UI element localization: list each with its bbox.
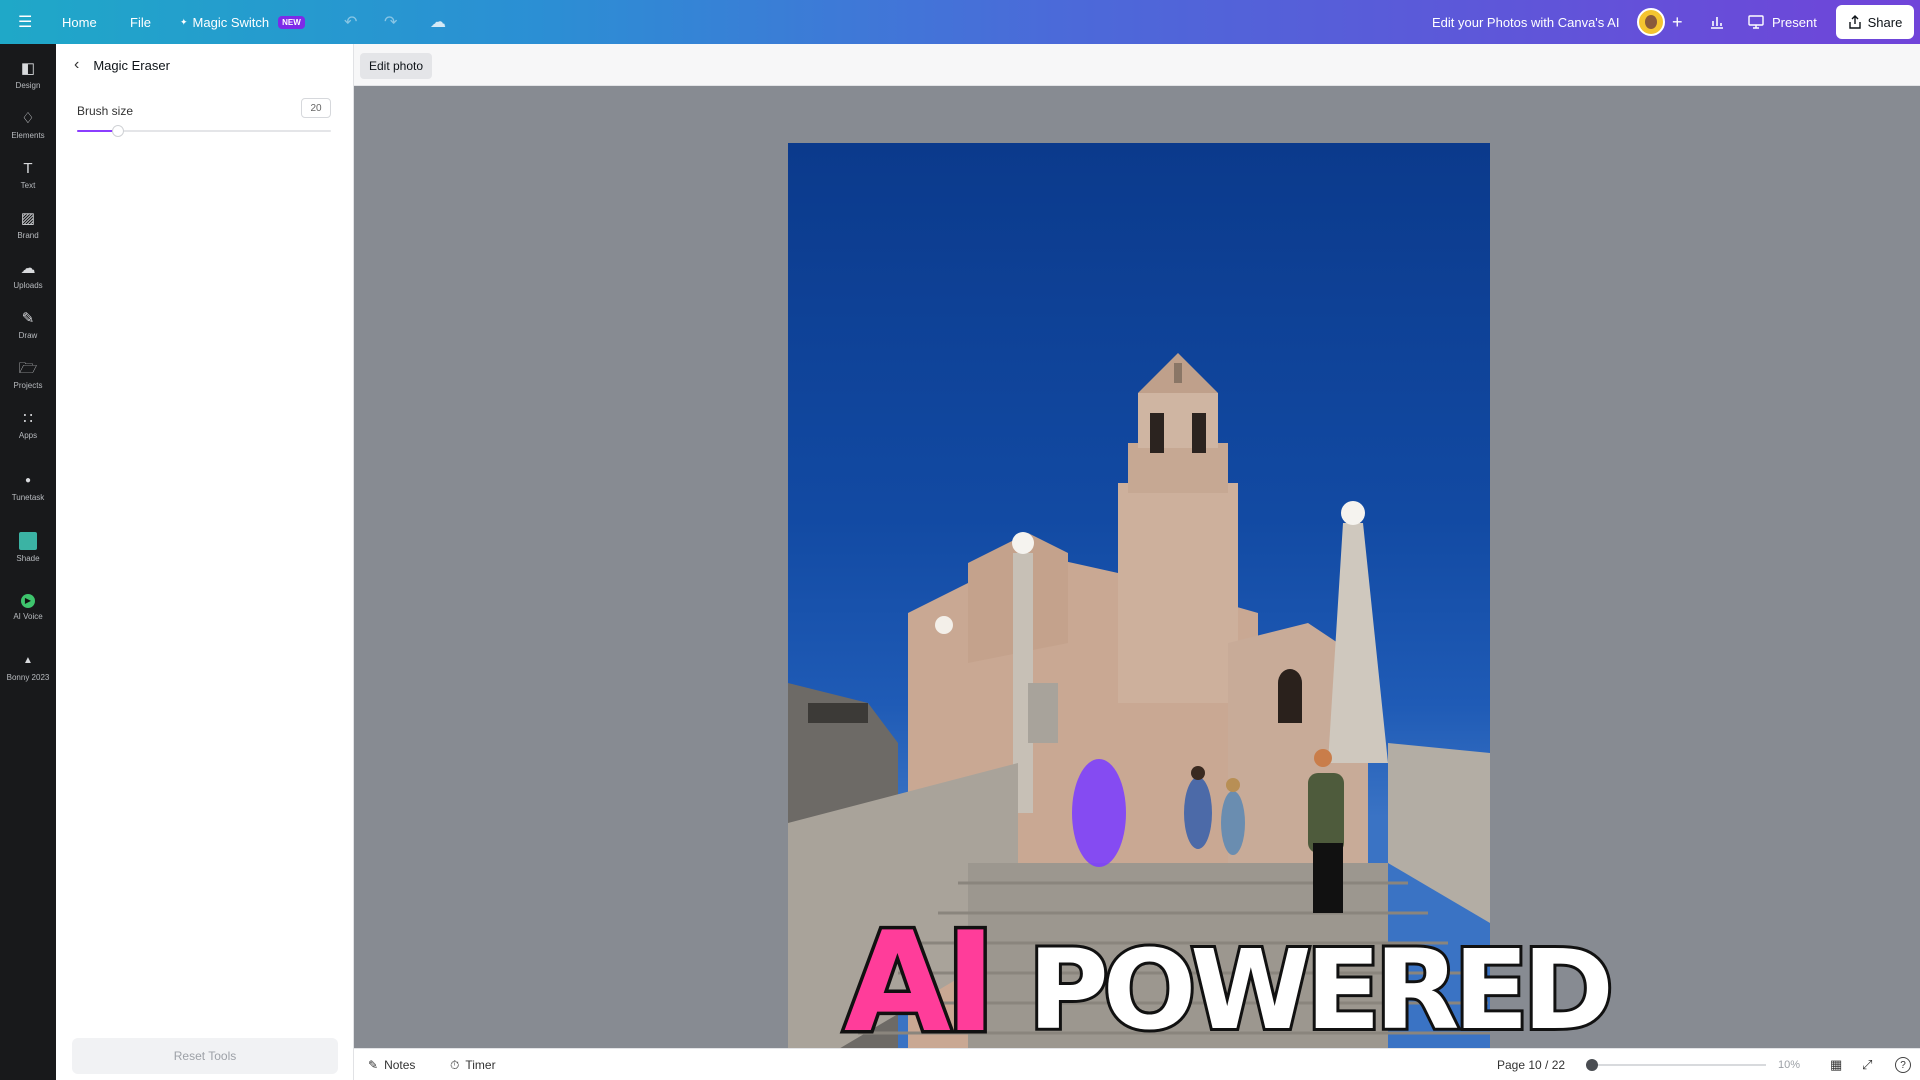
rail-item-draw[interactable]: ✎ Draw: [0, 300, 56, 350]
edit-photo-button[interactable]: Edit photo: [360, 53, 433, 79]
magic-switch-label: Magic Switch: [192, 14, 270, 30]
brand-icon: ▨: [20, 209, 36, 227]
timer-icon: ⏱: [450, 1057, 460, 1072]
zoom-slider-thumb[interactable]: [1586, 1059, 1598, 1071]
brush-size-slider[interactable]: [77, 125, 331, 137]
hamburger-menu-icon[interactable]: ☰: [18, 0, 38, 44]
avatar[interactable]: [1637, 8, 1665, 36]
rail-item-apps[interactable]: ∷ Apps: [0, 400, 56, 450]
share-icon: [1848, 15, 1861, 29]
elements-icon: ♢: [21, 109, 35, 127]
share-label: Share: [1867, 14, 1903, 30]
bonny-icon: ▲: [23, 654, 33, 666]
panel-title: Magic Eraser: [93, 57, 170, 73]
present-label: Present: [1772, 14, 1817, 30]
cloud-sync-icon[interactable]: ☁: [430, 0, 446, 44]
rail-item-tunetask[interactable]: ● Tunetask: [0, 462, 56, 512]
tunetask-icon: ●: [24, 474, 32, 486]
back-arrow-icon[interactable]: ‹: [74, 56, 79, 74]
ai-voice-icon: ▶: [21, 593, 35, 608]
new-badge: NEW: [278, 15, 305, 29]
reset-tools-button[interactable]: Reset Tools: [72, 1038, 338, 1074]
magic-switch-button[interactable]: ✦ Magic Switch NEW: [180, 0, 305, 44]
ai-powered-headline: AI POWERED: [840, 902, 1617, 1063]
notes-label: Notes: [384, 1058, 416, 1072]
context-toolbar: Edit photo: [354, 44, 1920, 86]
fullscreen-icon[interactable]: ⤢: [1862, 1049, 1872, 1080]
headline-ai: AI: [840, 902, 999, 1063]
panel-header: ‹ Magic Eraser: [74, 56, 170, 74]
shade-icon: [19, 531, 37, 550]
help-icon[interactable]: ?: [1895, 1057, 1911, 1073]
design-icon: ◧: [20, 59, 36, 77]
timer-button[interactable]: ⏱ Timer: [450, 1049, 496, 1080]
rail-item-ai-voice[interactable]: ▶ AI Voice: [0, 582, 56, 632]
grid-view-icon[interactable]: ▦: [1830, 1049, 1842, 1080]
rail-item-projects[interactable]: 🗁 Projects: [0, 350, 56, 400]
present-icon: [1748, 15, 1764, 29]
document-title[interactable]: Edit your Photos with Canva's AI: [1432, 0, 1619, 44]
share-button[interactable]: Share: [1836, 5, 1914, 39]
rail-item-design[interactable]: ◧ Design: [0, 50, 56, 100]
rail-item-brand[interactable]: ▨ Brand: [0, 200, 56, 250]
headline-powered: POWERED: [1025, 923, 1617, 1057]
brush-size-input[interactable]: 20: [301, 98, 331, 118]
home-link[interactable]: Home: [62, 0, 97, 44]
draw-icon: ✎: [21, 309, 35, 327]
present-button[interactable]: Present: [1748, 0, 1817, 44]
design-stage: AI POWERED: [354, 86, 1920, 1079]
projects-icon: 🗁: [18, 359, 38, 377]
top-bar: ☰ Home File ✦ Magic Switch NEW ↶ ↷ ☁ Edi…: [0, 0, 1920, 44]
uploads-icon: ☁: [20, 259, 36, 277]
undo-icon[interactable]: ↶: [344, 0, 357, 44]
bottom-bar: ✎ Notes ⏱ Timer Page 10 / 22 10% ▦ ⤢ ?: [354, 1048, 1920, 1080]
notes-icon: ✎: [368, 1058, 379, 1072]
sparkle-icon: ✦: [180, 16, 188, 27]
page-indicator[interactable]: Page 10 / 22: [1497, 1049, 1565, 1080]
text-icon: T: [23, 159, 33, 177]
timer-label: Timer: [465, 1058, 496, 1072]
add-collaborator-icon[interactable]: +: [1672, 0, 1683, 44]
redo-icon[interactable]: ↷: [384, 0, 397, 44]
eraser-brush-mark: [1072, 759, 1126, 867]
rail-item-uploads[interactable]: ☁ Uploads: [0, 250, 56, 300]
rail-item-bonny-2023[interactable]: ▲ Bonny 2023: [0, 642, 56, 692]
rail-item-shade[interactable]: Shade: [0, 522, 56, 572]
canvas-area: Edit photo AI POWERED: [354, 44, 1920, 1079]
left-rail: ◧ Design ♢ Elements T Text ▨ Brand ☁ Upl…: [0, 44, 56, 1080]
brush-size-slider-thumb[interactable]: [111, 125, 124, 137]
rail-item-text[interactable]: T Text: [0, 150, 56, 200]
insights-icon[interactable]: [1710, 0, 1724, 44]
rail-item-elements[interactable]: ♢ Elements: [0, 100, 56, 150]
apps-icon: ∷: [23, 409, 33, 427]
magic-eraser-panel: ‹ Magic Eraser Brush size 20 Reset Tools: [56, 44, 354, 1080]
notes-button[interactable]: ✎ Notes: [368, 1049, 415, 1080]
zoom-slider[interactable]: [1586, 1059, 1766, 1071]
zoom-level[interactable]: 10%: [1778, 1049, 1800, 1080]
file-menu[interactable]: File: [130, 0, 151, 44]
brush-size-label: Brush size: [77, 104, 134, 118]
